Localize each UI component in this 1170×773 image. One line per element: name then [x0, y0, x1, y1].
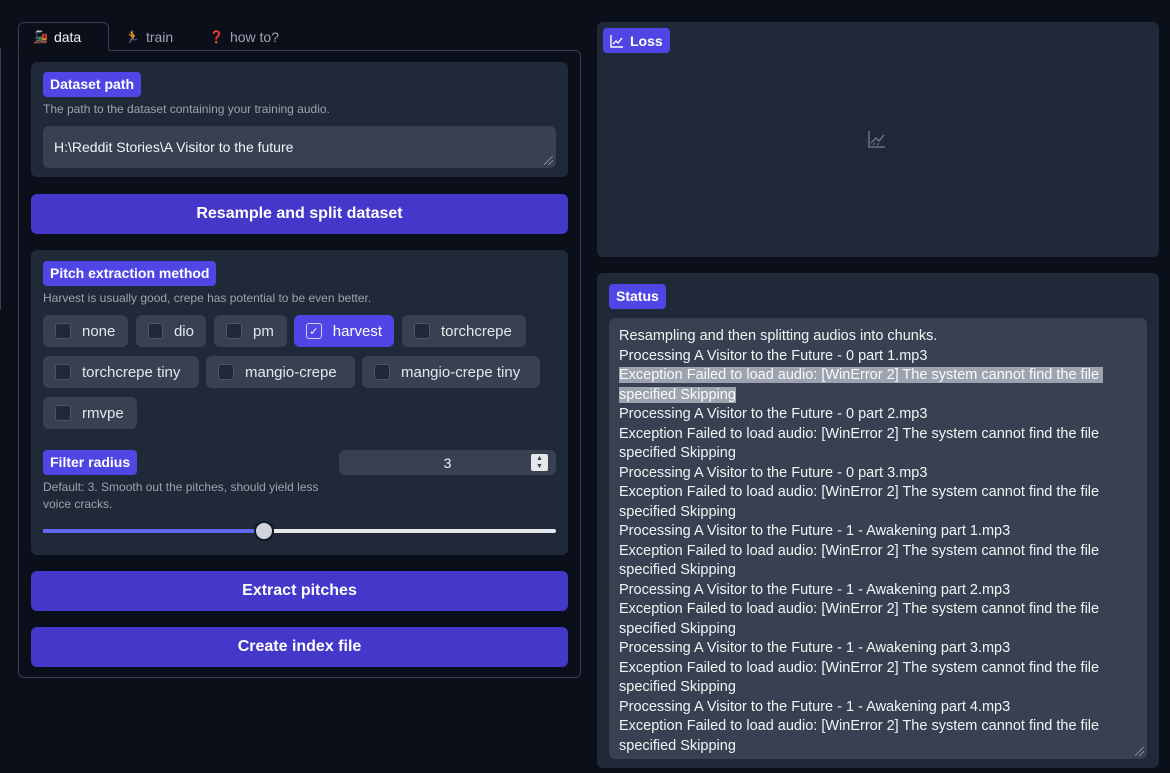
option-label: pm — [253, 322, 274, 340]
checkbox-icon — [55, 364, 71, 380]
option-label: mangio-crepe tiny — [401, 363, 521, 381]
status-line: Processing A Visitor to the Future - 1 -… — [619, 640, 1011, 656]
status-line: Exception Failed to load audio: [WinErro… — [619, 484, 1104, 520]
spinner-arrows-icon[interactable]: ▲ ▼ — [531, 454, 548, 471]
option-label: torchcrepe tiny — [82, 363, 181, 381]
status-textarea[interactable]: Resampling and then splitting audios int… — [609, 318, 1147, 759]
pitch-option-torchcrepe-tiny[interactable]: torchcrepe tiny — [43, 356, 199, 388]
pitch-option-rmvpe[interactable]: rmvpe — [43, 397, 137, 429]
option-label: mangio-crepe — [245, 363, 337, 381]
pitch-method-label: Pitch extraction method — [43, 261, 217, 286]
checkmark-icon: ✓ — [306, 323, 322, 339]
status-panel: Status Resampling and then splitting aud… — [597, 273, 1159, 768]
status-line-highlighted: Exception Failed to load audio: [WinErro… — [619, 366, 1137, 405]
dataset-path-info: The path to the dataset containing your … — [43, 102, 330, 116]
pitch-option-none[interactable]: none — [43, 315, 128, 347]
status-line: Exception Failed to load audio: [WinErro… — [619, 659, 1104, 696]
pitch-option-harvest[interactable]: ✓ harvest — [294, 315, 394, 347]
chart-icon — [610, 34, 623, 48]
resize-handle-icon[interactable] — [1135, 747, 1144, 756]
resize-handle-icon[interactable] — [544, 156, 553, 165]
checkbox-icon — [55, 323, 71, 339]
status-line: Processing A Visitor to the Future - 1 -… — [619, 581, 1011, 598]
status-line: Processing A Visitor to the Future - 1 -… — [619, 698, 1011, 715]
tab-data[interactable]: 🚂 data — [18, 22, 109, 51]
selected-text: Exception Failed to load audio: [WinErro… — [619, 367, 1104, 403]
tab-bar: 🚂 data 🏃 train ❓ how to? — [18, 22, 581, 51]
status-line: Exception Failed to load audio: [WinErro… — [619, 425, 1104, 462]
question-icon: ❓ — [209, 29, 224, 44]
checkbox-icon — [148, 323, 163, 339]
runner-icon: 🏃 — [125, 29, 140, 44]
tab-label: data — [53, 28, 82, 45]
filter-radius-value: 3 — [443, 454, 452, 471]
option-label: harvest — [332, 322, 382, 340]
dataset-path-value: H:\Reddit Stories\A Visitor to the futur… — [54, 139, 294, 155]
pitch-method-info: Harvest is usually good, crepe has poten… — [43, 291, 372, 305]
checkbox-icon — [218, 364, 234, 380]
status-label: Status — [609, 284, 666, 309]
pitch-option-torchcrepe[interactable]: torchcrepe — [402, 315, 526, 347]
pitch-option-mangio-crepe[interactable]: mangio-crepe — [206, 356, 355, 388]
tab-train[interactable]: 🏃 train — [111, 22, 187, 51]
tab-how-to[interactable]: ❓ how to? — [195, 22, 293, 51]
data-tab-panel: Dataset path The path to the dataset con… — [18, 50, 581, 678]
checkbox-icon — [226, 323, 242, 339]
loss-plot-label: Loss — [603, 28, 670, 53]
option-label: torchcrepe — [441, 322, 512, 340]
loss-plot-panel: Loss — [597, 22, 1159, 257]
dataset-path-label: Dataset path — [43, 72, 142, 97]
status-line: Resampling and then splitting audios int… — [619, 328, 938, 344]
status-line: Exception Failed to load audio: [WinErro… — [619, 601, 1104, 637]
option-label: rmvpe — [82, 404, 124, 422]
status-line: Exception Failed to load audio: [WinErro… — [619, 542, 1104, 579]
status-line: Processing A Visitor to the Future - 1 -… — [619, 523, 1011, 539]
filter-radius-label: Filter radius — [43, 450, 138, 475]
dataset-path-input[interactable]: H:\Reddit Stories\A Visitor to the futur… — [43, 126, 556, 168]
status-line: Exception Failed to load audio: [WinErro… — [619, 718, 1104, 754]
slider-thumb[interactable] — [253, 521, 274, 541]
pitch-option-mangio-crepe-tiny[interactable]: mangio-crepe tiny — [362, 356, 540, 388]
left-panel-edge — [0, 48, 1, 310]
dataset-path-block: Dataset path The path to the dataset con… — [31, 62, 568, 177]
extract-pitches-button[interactable]: Extract pitches — [31, 571, 568, 611]
pitch-block: Pitch extraction method Harvest is usual… — [31, 250, 568, 555]
checkbox-icon — [374, 364, 390, 380]
pitch-option-pm[interactable]: pm — [214, 315, 287, 347]
filter-radius-info: Default: 3. Smooth out the pitches, shou… — [43, 480, 319, 511]
empty-chart-icon — [868, 131, 885, 148]
create-index-button[interactable]: Create index file — [31, 627, 568, 667]
option-label: dio — [173, 322, 194, 340]
status-line: Processing A Visitor to the Future - 0 p… — [619, 406, 928, 422]
filter-radius-number-input[interactable]: 3 ▲ ▼ — [339, 450, 556, 475]
train-icon: 🚂 — [33, 29, 48, 44]
checkbox-icon — [414, 323, 430, 339]
tab-label: how to? — [229, 28, 279, 45]
pitch-option-dio[interactable]: dio — [136, 315, 206, 347]
resample-split-button[interactable]: Resample and split dataset — [31, 194, 568, 234]
slider-fill — [43, 529, 264, 533]
checkbox-icon — [55, 405, 71, 421]
filter-radius-slider[interactable] — [43, 521, 556, 541]
status-line: Processing A Visitor to the Future - 0 p… — [619, 347, 928, 364]
loss-label-text: Loss — [630, 32, 663, 49]
tab-label: train — [145, 28, 174, 45]
option-label: none — [82, 322, 116, 340]
status-line: Processing A Visitor to the Future - 0 p… — [619, 464, 928, 481]
